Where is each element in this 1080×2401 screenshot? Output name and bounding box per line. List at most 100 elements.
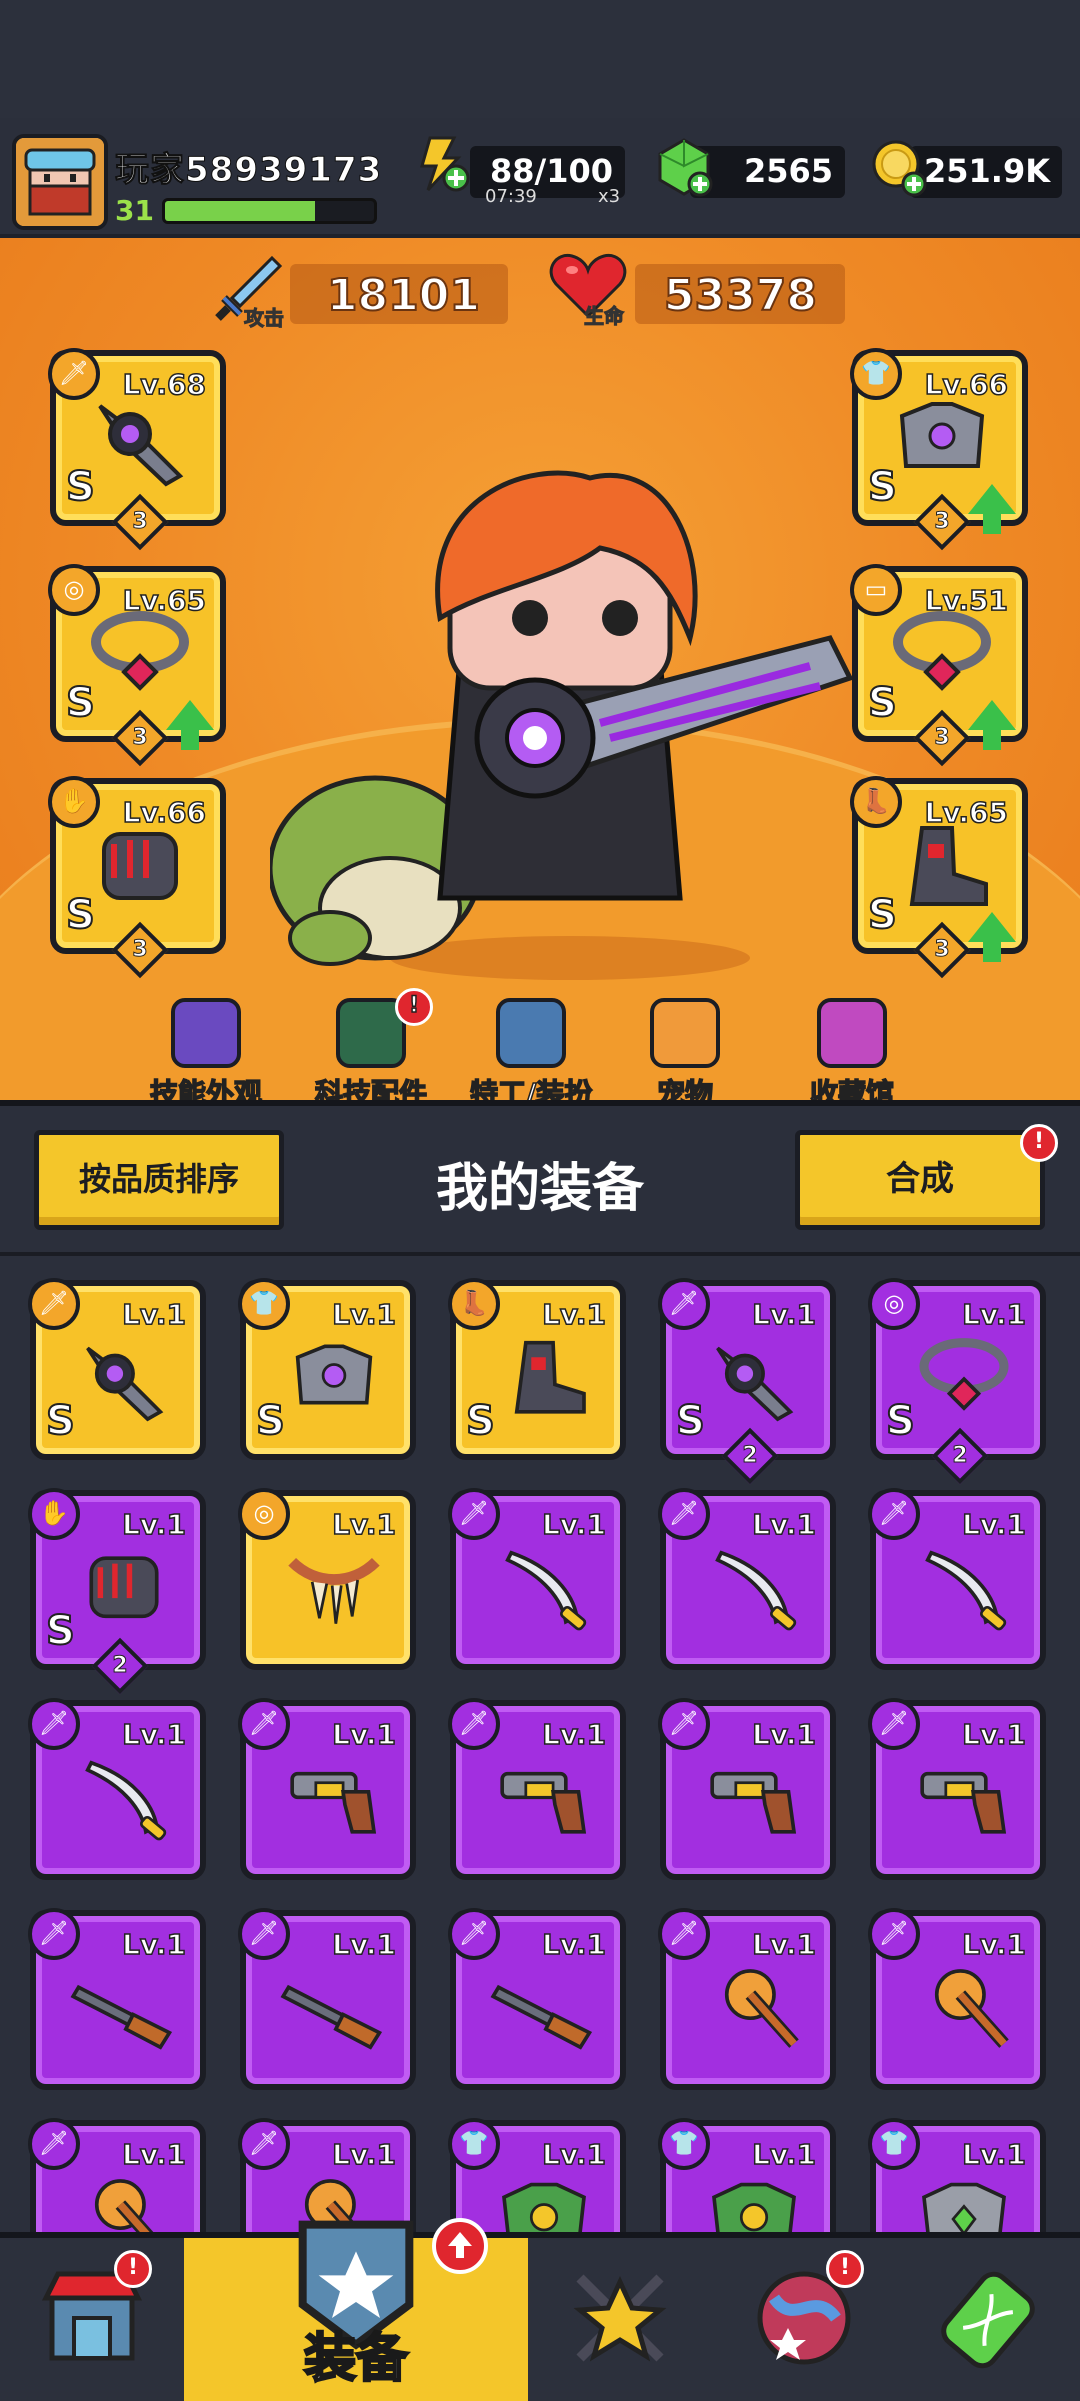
nav-tab-shop[interactable]: ! — [0, 2238, 184, 2401]
energy-value: 88/100 — [489, 152, 613, 190]
hero-menu-label: 特工/装扮 — [469, 1076, 593, 1100]
hero-menu-4[interactable]: 宠物 — [650, 998, 720, 1100]
hero-menu-2[interactable]: 科技配件! — [314, 988, 433, 1100]
inventory-item[interactable]: 🗡 Lv.1 — [448, 1488, 626, 1670]
equip-slot-right-1[interactable]: 👕 Lv.66 S 3 — [850, 348, 1028, 551]
slot-grade: S — [867, 679, 898, 727]
coin-box[interactable]: 251.9K — [910, 146, 1062, 198]
inventory-item[interactable]: 🗡 Lv.1 — [28, 2118, 206, 2232]
inventory-item[interactable]: 🗡 Lv.1 S 2 — [658, 1278, 836, 1485]
avatar[interactable] — [12, 134, 108, 230]
equip-slot-right-2[interactable]: ▭ Lv.51 S 3 — [850, 564, 1028, 767]
inventory-item[interactable]: 🗡 Lv.1 — [28, 1908, 206, 2090]
upgrade-arrow-icon — [166, 700, 214, 750]
inventory-item[interactable]: 👕 Lv.1 — [448, 2118, 626, 2232]
upgrade-arrow-icon — [968, 912, 1016, 962]
xp-bar — [162, 198, 377, 224]
inventory-item[interactable]: 🗡 Lv.1 — [28, 1698, 206, 1880]
merge-button-label: 合成 — [886, 1159, 954, 1199]
inventory-item[interactable]: ◎ Lv.1 S 2 — [868, 1278, 1046, 1485]
weapon-icon: 🗡 — [868, 1488, 920, 1540]
inventory-item[interactable]: 👕 Lv.1 S — [238, 1278, 416, 1460]
inventory-item[interactable]: 🗡 Lv.1 — [658, 1698, 836, 1880]
weapon-icon: 🗡 — [28, 2118, 80, 2170]
item-level: Lv.1 — [751, 1297, 816, 1332]
nav-tab-world-ball[interactable]: ! — [712, 2238, 896, 2401]
weapon-icon: 🗡 — [658, 1698, 710, 1750]
slot-grade: S — [65, 891, 96, 939]
alert-badge: ! — [395, 988, 433, 1026]
necklace-icon: ◎ — [868, 1278, 920, 1330]
item-level: Lv.1 — [331, 2137, 396, 2172]
hero-menu-5[interactable]: 收藏馆 — [809, 998, 895, 1100]
inventory-item[interactable]: ✋ Lv.1 S 2 — [28, 1488, 206, 1695]
boots-icon: 👢 — [448, 1278, 500, 1330]
item-level: Lv.1 — [961, 2137, 1026, 2172]
item-level: Lv.1 — [541, 1927, 606, 1962]
health-value: 53378 — [663, 269, 818, 322]
merge-button[interactable]: 合成 — [795, 1130, 1045, 1230]
inventory-item[interactable]: 🗡 Lv.1 — [868, 1488, 1046, 1670]
inventory-item[interactable]: 🗡 Lv.1 — [868, 1698, 1046, 1880]
item-grade: S — [255, 1397, 286, 1445]
equip-slot-left-2[interactable]: ◎ Lv.65 S 3 — [48, 564, 226, 767]
attack-value: 18101 — [326, 269, 481, 322]
inventory-item[interactable]: 👕 Lv.1 — [868, 2118, 1046, 2232]
inventory-item[interactable]: 🗡 Lv.1 — [448, 1698, 626, 1880]
alert-badge: ! — [114, 2250, 152, 2288]
star-count: 3 — [934, 936, 950, 962]
star-count: 2 — [112, 1652, 128, 1678]
weapon-icon: 🗡 — [28, 1278, 80, 1330]
equip-slot-right-3[interactable]: 👢 Lv.65 S 3 — [850, 776, 1028, 979]
inventory-item[interactable]: ◎ Lv.1 — [238, 1488, 416, 1670]
nav-tab-equipment[interactable]: 装备 — [184, 2218, 528, 2401]
nav-tab-battle-star[interactable] — [528, 2238, 712, 2401]
green-gem-icon — [658, 138, 713, 197]
star-count: 3 — [132, 508, 148, 534]
equip-slot-left-3[interactable]: ✋ Lv.66 S 3 — [48, 776, 226, 979]
hero-menu-1[interactable]: 技能外观 — [149, 998, 263, 1100]
nav-tab-gene-capsule[interactable] — [896, 2238, 1080, 2401]
slot-level: Lv.68 — [122, 367, 207, 402]
item-level: Lv.1 — [331, 1507, 396, 1542]
inventory-item[interactable]: 🗡 Lv.1 — [868, 1908, 1046, 2090]
inventory-item[interactable]: 🗡 Lv.1 — [238, 1698, 416, 1880]
equipped-item-art — [893, 611, 991, 691]
star-count-badge: 3 — [913, 709, 971, 767]
item-level: Lv.1 — [961, 1507, 1026, 1542]
green-armor-art — [502, 2182, 586, 2232]
glove-art — [89, 1556, 159, 1619]
item-level: Lv.1 — [121, 1297, 186, 1332]
armor-icon: 👕 — [448, 2118, 500, 2170]
item-level: Lv.1 — [751, 1507, 816, 1542]
inventory-item[interactable]: 🗡 Lv.1 — [448, 1908, 626, 2090]
inventory-item[interactable]: 👕 Lv.1 — [658, 2118, 836, 2232]
star-count: 3 — [934, 508, 950, 534]
upgrade-arrow-icon — [968, 700, 1016, 750]
item-grade: S — [885, 1397, 916, 1445]
hero-menu-label: 宠物 — [656, 1076, 714, 1100]
hero-stage: 18101 攻击 53378 生命 🗡 Lv.68 S 3 ◎ Lv.65 S … — [0, 238, 1080, 1100]
inventory-item[interactable]: 👢 Lv.1 S — [448, 1278, 626, 1460]
inventory-item[interactable]: 🗡 Lv.1 — [658, 1908, 836, 2090]
item-level: Lv.1 — [331, 1927, 396, 1962]
armor-icon: 👕 — [658, 2118, 710, 2170]
weapon-icon: 🗡 — [868, 1698, 920, 1750]
nav-tab-label: 装备 — [303, 2328, 410, 2391]
inventory-item[interactable]: 🗡 Lv.1 — [658, 1488, 836, 1670]
item-level: Lv.1 — [961, 1297, 1026, 1332]
fang-art — [288, 1557, 380, 1624]
equip-slot-left-1[interactable]: 🗡 Lv.68 S 3 — [48, 348, 226, 551]
inventory-item[interactable]: 🗡 Lv.1 S — [28, 1278, 206, 1460]
slot-level: Lv.65 — [122, 583, 207, 618]
hero-menu-3[interactable]: 特工/装扮 — [469, 998, 593, 1100]
hero-character[interactable] — [270, 438, 860, 998]
inventory-item[interactable]: 🗡 Lv.1 — [238, 1908, 416, 2090]
revolver-art — [500, 1771, 587, 1834]
item-grade: S — [45, 1397, 76, 1445]
slot-grade: S — [867, 463, 898, 511]
armor-icon: 👕 — [238, 1278, 290, 1330]
item-level: Lv.1 — [541, 1717, 606, 1752]
revolver-art — [920, 1771, 1007, 1834]
item-level: Lv.1 — [541, 2137, 606, 2172]
